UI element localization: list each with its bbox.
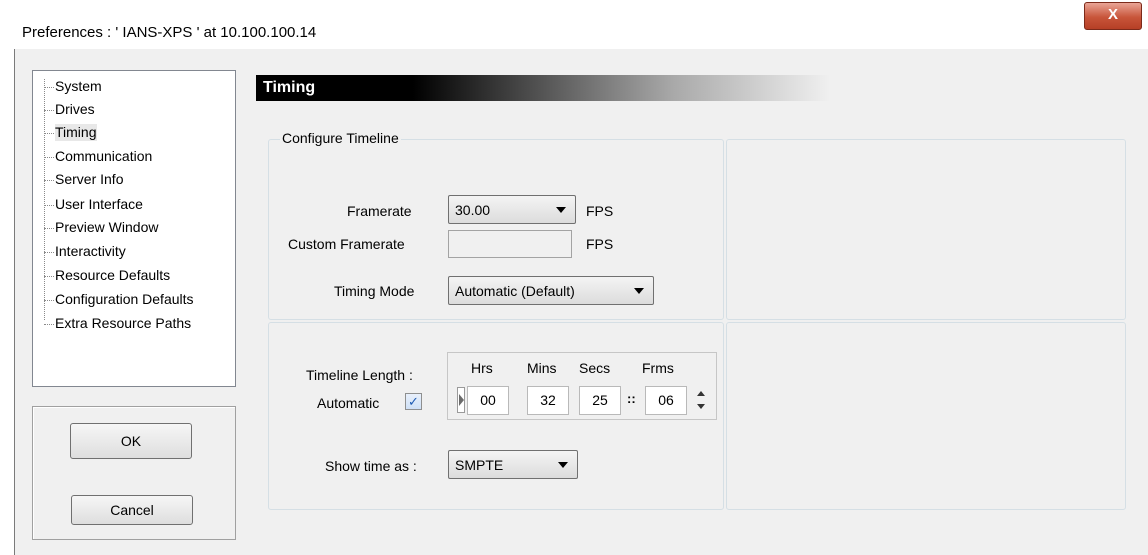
tree-item-resource-defaults[interactable]: Resource Defaults [55,267,170,284]
chevron-down-icon [558,462,568,468]
chevron-down-icon [634,288,644,294]
tree-item-extra-resource-paths[interactable]: Extra Resource Paths [55,315,191,332]
title-bar[interactable]: Preferences : ' IANS-XPS ' at 10.100.100… [0,0,1148,49]
spin-down-icon[interactable] [697,404,705,409]
tree-item-preview-window[interactable]: Preview Window [55,219,158,236]
custom-framerate-unit: FPS [586,236,614,252]
secs-header: Secs [579,360,611,376]
tree-connector [44,79,45,320]
automatic-checkbox[interactable]: ✓ [405,393,422,410]
left-edge [0,49,15,555]
framerate-value: 30.00 [455,202,491,218]
framerate-select[interactable]: 30.00 [448,195,576,224]
timing-mode-label: Timing Mode [334,283,415,299]
show-time-select[interactable]: SMPTE [448,450,578,479]
preferences-dialog: Preferences : ' IANS-XPS ' at 10.100.100… [0,0,1148,555]
timecode-spinner[interactable] [694,387,708,415]
page-title: Timing [263,79,316,96]
window-title: Preferences : ' IANS-XPS ' at 10.100.100… [22,24,317,41]
framerate-unit: FPS [586,203,614,219]
tree-item-interactivity[interactable]: Interactivity [55,243,126,260]
tree-item-user-interface[interactable]: User Interface [55,196,143,213]
cancel-button[interactable]: Cancel [71,495,193,525]
timing-mode-value: Automatic (Default) [455,283,575,299]
row-selector-icon [457,387,465,413]
tree-item-communication[interactable]: Communication [55,148,152,165]
tree-item-server-info[interactable]: Server Info [55,171,123,188]
mins-header: Mins [527,360,557,376]
automatic-label: Automatic [317,395,380,411]
hrs-header: Hrs [471,360,493,376]
page-header: Timing [256,75,1126,101]
right-panel-bottom [726,322,1126,510]
tree-item-configuration-defaults[interactable]: Configuration Defaults [55,291,194,308]
timing-mode-select[interactable]: Automatic (Default) [448,276,654,305]
hrs-field[interactable]: 00 [467,386,509,415]
tree-item-drives[interactable]: Drives [55,101,95,118]
timeline-length-label: Timeline Length : [306,367,413,383]
spin-up-icon[interactable] [697,391,705,396]
show-time-value: SMPTE [455,457,504,473]
mins-field[interactable]: 32 [527,386,569,415]
frms-field[interactable]: 06 [645,386,687,415]
configure-timeline-label: Configure Timeline [280,130,401,146]
close-button[interactable]: X [1084,2,1142,30]
preferences-tree[interactable]: System Drives Timing Communication Serve… [32,70,236,387]
close-icon: X [1107,6,1118,23]
button-panel: OK Cancel [32,406,236,540]
frms-header: Frms [642,360,674,376]
show-time-label: Show time as : [325,458,417,474]
tree-item-timing[interactable]: Timing [55,124,97,141]
secs-field[interactable]: 25 [579,386,621,415]
custom-framerate-label: Custom Framerate [288,236,405,252]
frame-separator: :: [627,391,636,406]
timecode-control: Hrs Mins Secs Frms 00 32 25 :: 06 [447,352,717,420]
chevron-down-icon [556,207,566,213]
check-icon: ✓ [408,394,419,409]
right-panel-top [726,139,1126,320]
custom-framerate-field[interactable] [448,230,572,258]
tree-item-system[interactable]: System [55,78,102,95]
ok-button[interactable]: OK [70,423,192,459]
framerate-label: Framerate [347,203,412,219]
